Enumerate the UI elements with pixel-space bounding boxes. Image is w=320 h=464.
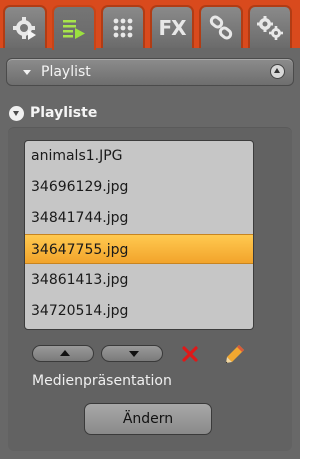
side-panel: FX Playlist Playliste animals1.JPG 34696…	[0, 0, 300, 459]
delete-button[interactable]	[180, 344, 200, 364]
list-item[interactable]: 34696129.jpg	[25, 172, 253, 202]
pencil-icon	[226, 345, 244, 363]
tab-settings[interactable]	[3, 5, 47, 48]
gear-play-icon	[13, 16, 36, 40]
playlist-subheading[interactable]: Playliste	[9, 104, 97, 122]
move-down-button[interactable]	[101, 345, 163, 362]
red-x-icon	[182, 346, 198, 362]
list-item[interactable]: 34841744.jpg	[25, 203, 253, 233]
scroll-up-icon[interactable]	[270, 64, 285, 79]
change-button[interactable]: Ändern	[84, 403, 212, 435]
arrow-down-icon	[129, 351, 139, 357]
subheading-label: Playliste	[30, 105, 98, 121]
expand-chevron-icon	[9, 105, 24, 121]
tab-link[interactable]	[199, 5, 243, 48]
playlist-section-header[interactable]: Playlist	[6, 58, 294, 86]
fx-icon: FX	[158, 15, 186, 40]
media-presentation-label: Medienpräsentation	[32, 373, 172, 389]
playlist-icon	[63, 19, 85, 39]
list-item[interactable]: animals1.JPG	[25, 141, 253, 171]
list-item-selected[interactable]: 34647755.jpg	[25, 234, 253, 264]
tab-gears[interactable]	[248, 5, 292, 48]
grid-icon	[113, 18, 133, 37]
playlist-list[interactable]: animals1.JPG 34696129.jpg 34841744.jpg 3…	[24, 140, 254, 330]
tab-bar: FX	[0, 0, 300, 50]
list-item[interactable]: 34861413.jpg	[25, 265, 253, 295]
move-up-button[interactable]	[32, 345, 94, 362]
link-icon	[209, 15, 233, 39]
arrow-up-icon	[60, 350, 70, 356]
edit-button[interactable]	[222, 342, 248, 366]
tab-grid[interactable]	[101, 5, 145, 48]
gears-icon	[257, 15, 283, 40]
tab-playlist[interactable]	[52, 5, 96, 50]
list-item[interactable]: 34720514.jpg	[25, 296, 253, 326]
collapse-triangle-icon	[23, 70, 31, 75]
tab-fx[interactable]: FX	[150, 5, 194, 48]
section-title: Playlist	[41, 64, 91, 80]
